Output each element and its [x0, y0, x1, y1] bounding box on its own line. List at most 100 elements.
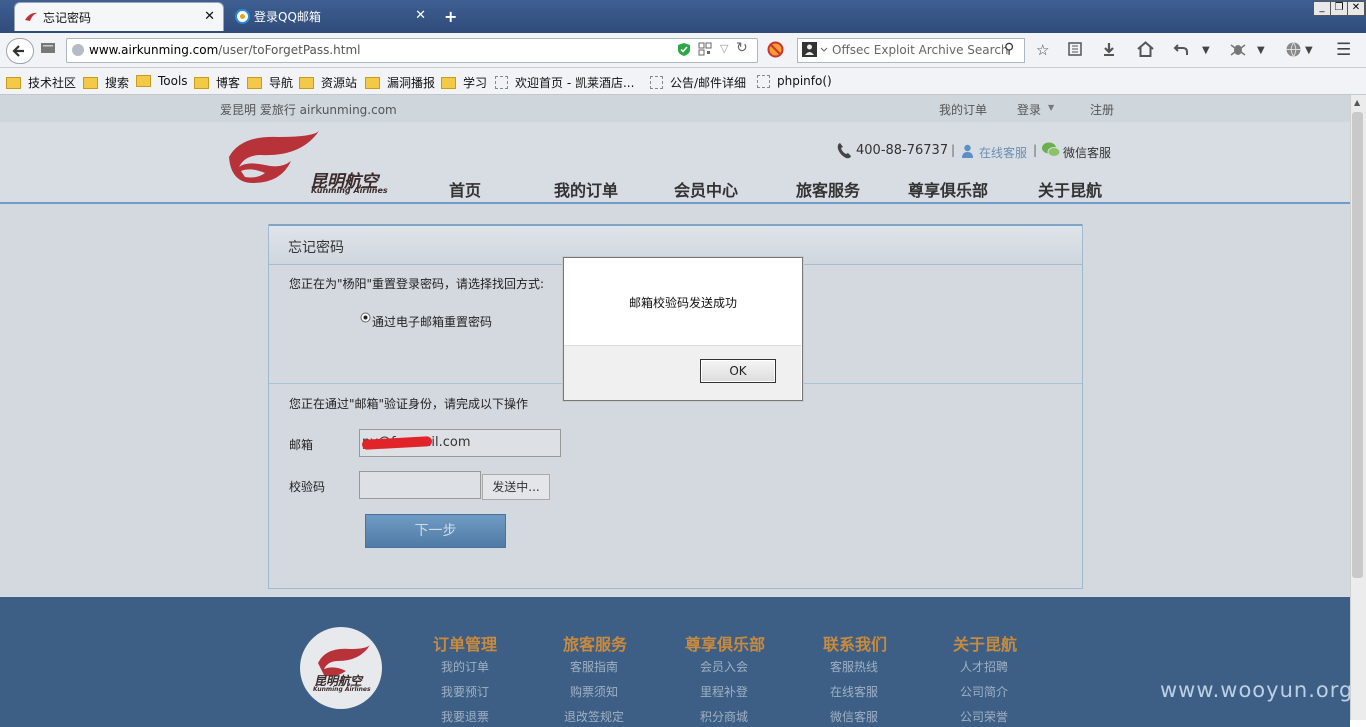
- bookmark-folder[interactable]: 学习: [441, 74, 487, 91]
- nav-premium-club[interactable]: 尊享俱乐部: [908, 177, 988, 201]
- bookmark-label: 搜索: [105, 76, 130, 90]
- bookmark-page[interactable]: phpinfo(): [757, 74, 832, 88]
- online-service-link[interactable]: 在线客服: [979, 144, 1027, 161]
- bookmark-label: 导航: [269, 76, 294, 90]
- folder-icon: [299, 76, 314, 89]
- search-input[interactable]: Offsec Exploit Archive Search: [832, 43, 1009, 57]
- footer-link[interactable]: 退改签规定: [564, 708, 624, 725]
- qr-code-icon[interactable]: [698, 42, 712, 56]
- bookmark-page[interactable]: 公告/邮件详细: [650, 74, 746, 91]
- history-dropdown-chevron-icon[interactable]: ▽: [720, 42, 728, 55]
- scroll-up-arrow-icon[interactable]: ▲: [1354, 98, 1360, 107]
- bookmark-label: 欢迎首页 - 凯莱酒店...: [515, 76, 635, 90]
- footer-link[interactable]: 在线客服: [830, 683, 878, 700]
- tab-title: 登录QQ邮箱: [254, 10, 321, 24]
- top-link-my-orders[interactable]: 我的订单: [939, 101, 987, 118]
- hamburger-menu-icon[interactable]: ☰: [1336, 40, 1351, 60]
- bookmark-folder[interactable]: 漏洞播报: [365, 74, 435, 91]
- bookmark-label: 漏洞播报: [387, 76, 436, 90]
- folder-icon: [194, 76, 209, 89]
- footer-heading-club: 尊享俱乐部: [685, 635, 766, 654]
- minimize-window-button[interactable]: _: [1313, 1, 1331, 16]
- footer-link[interactable]: 人才招聘: [960, 658, 1008, 675]
- reader-view-icon[interactable]: [39, 40, 57, 56]
- footer-link[interactable]: 我的订单: [441, 658, 489, 675]
- footer-link[interactable]: 公司简介: [960, 683, 1008, 700]
- close-tab-icon[interactable]: ✕: [204, 9, 215, 24]
- login-dropdown-chevron-icon[interactable]: ▼: [1048, 103, 1054, 112]
- firebug-icon[interactable]: [1229, 41, 1247, 57]
- site-identity-globe-icon[interactable]: [71, 43, 85, 57]
- bookmark-star-icon[interactable]: ☆: [1036, 41, 1049, 59]
- email-label: 邮箱: [289, 438, 314, 452]
- wechat-service-link[interactable]: 微信客服: [1063, 144, 1111, 161]
- site-tagline: 爱昆明 爱旅行 airkunming.com: [220, 103, 397, 117]
- downloads-arrow-icon[interactable]: [1101, 41, 1117, 57]
- footer-link[interactable]: 我要预订: [441, 683, 489, 700]
- nav-my-orders[interactable]: 我的订单: [554, 177, 618, 201]
- phone-icon: [836, 142, 852, 159]
- shield-icon[interactable]: [677, 42, 691, 57]
- nav-about[interactable]: 关于昆航: [1038, 177, 1102, 201]
- nav-member-center[interactable]: 会员中心: [674, 177, 738, 201]
- firebug-dropdown-chevron-icon[interactable]: ▼: [1257, 45, 1265, 56]
- footer-link[interactable]: 客服指南: [570, 658, 618, 675]
- nav-passenger-service[interactable]: 旅客服务: [796, 177, 860, 201]
- verification-code-label: 校验码: [289, 480, 326, 494]
- undo-arrow-icon[interactable]: [1173, 41, 1189, 57]
- qq-mail-favicon-icon: [235, 9, 250, 24]
- folder-icon: [365, 76, 380, 89]
- verification-code-input[interactable]: [359, 471, 481, 499]
- url-host: www.airkunming.com: [89, 43, 219, 57]
- bookmark-label: Tools: [158, 74, 188, 88]
- kunming-airlines-logo[interactable]: [221, 127, 321, 197]
- bookmark-folder[interactable]: Tools: [136, 74, 188, 88]
- proxy-dropdown-chevron-icon[interactable]: ▼: [1305, 45, 1313, 56]
- reset-intro-text: 您正在为"杨阳"重置登录密码，请选择找回方式:: [289, 277, 545, 291]
- tab-qq-mail[interactable]: 登录QQ邮箱 ✕: [226, 2, 434, 31]
- bookmark-folder[interactable]: 导航: [247, 74, 293, 91]
- bookmark-folder[interactable]: 博客: [194, 74, 240, 91]
- footer-link[interactable]: 微信客服: [830, 708, 878, 725]
- footer-link[interactable]: 里程补登: [700, 683, 748, 700]
- top-link-register[interactable]: 注册: [1090, 101, 1114, 118]
- next-step-button[interactable]: 下一步: [365, 514, 506, 548]
- email-reset-radio[interactable]: [360, 312, 371, 323]
- noscript-block-icon[interactable]: [767, 41, 784, 58]
- bookmark-folder[interactable]: 技术社区: [6, 74, 76, 91]
- email-reset-option-label[interactable]: 通过电子邮箱重置密码: [372, 313, 492, 330]
- footer-link[interactable]: 会员入会: [700, 658, 748, 675]
- scrollbar-thumb[interactable]: [1352, 112, 1363, 578]
- bookmarks-menu-icon[interactable]: [1067, 41, 1083, 57]
- close-tab-icon[interactable]: ✕: [415, 8, 426, 23]
- back-button[interactable]: [6, 38, 34, 64]
- new-tab-plus-icon[interactable]: +: [444, 7, 457, 26]
- search-magnifier-icon[interactable]: ⚲: [1004, 41, 1014, 57]
- search-engine-icon[interactable]: [802, 42, 828, 57]
- bookmark-page[interactable]: 欢迎首页 - 凯莱酒店...: [495, 74, 634, 91]
- online-service-person-icon: [961, 144, 974, 158]
- wechat-icon: [1041, 141, 1061, 158]
- footer-link[interactable]: 购票须知: [570, 683, 618, 700]
- url-text[interactable]: www.airkunming.com/user/toForgetPass.htm…: [89, 43, 361, 57]
- footer-link[interactable]: 积分商城: [700, 708, 748, 725]
- verify-identity-text: 您正在通过"邮箱"验证身份，请完成以下操作: [289, 397, 529, 411]
- reload-icon[interactable]: ↻: [736, 40, 748, 56]
- bookmark-folder[interactable]: 搜索: [83, 74, 129, 91]
- ok-button[interactable]: OK: [700, 359, 776, 383]
- top-link-login[interactable]: 登录: [1017, 101, 1041, 118]
- bookmark-label: 博客: [216, 76, 241, 90]
- bookmark-folder[interactable]: 资源站: [299, 74, 357, 91]
- proxy-globe-icon[interactable]: [1285, 41, 1302, 58]
- footer-link[interactable]: 客服热线: [830, 658, 878, 675]
- nav-home[interactable]: 首页: [449, 177, 481, 201]
- maximize-window-button[interactable]: ❐: [1330, 1, 1348, 16]
- footer-link[interactable]: 公司荣誉: [960, 708, 1008, 725]
- close-window-button[interactable]: ✕: [1347, 1, 1365, 16]
- bookmark-label: 资源站: [321, 76, 358, 90]
- footer-link[interactable]: 我要退票: [441, 708, 489, 725]
- home-icon[interactable]: [1137, 41, 1154, 57]
- undo-dropdown-chevron-icon[interactable]: ▼: [1202, 45, 1210, 56]
- tab-forget-password[interactable]: 忘记密码 ✕: [14, 2, 224, 31]
- send-code-button[interactable]: 发送中...: [482, 474, 550, 500]
